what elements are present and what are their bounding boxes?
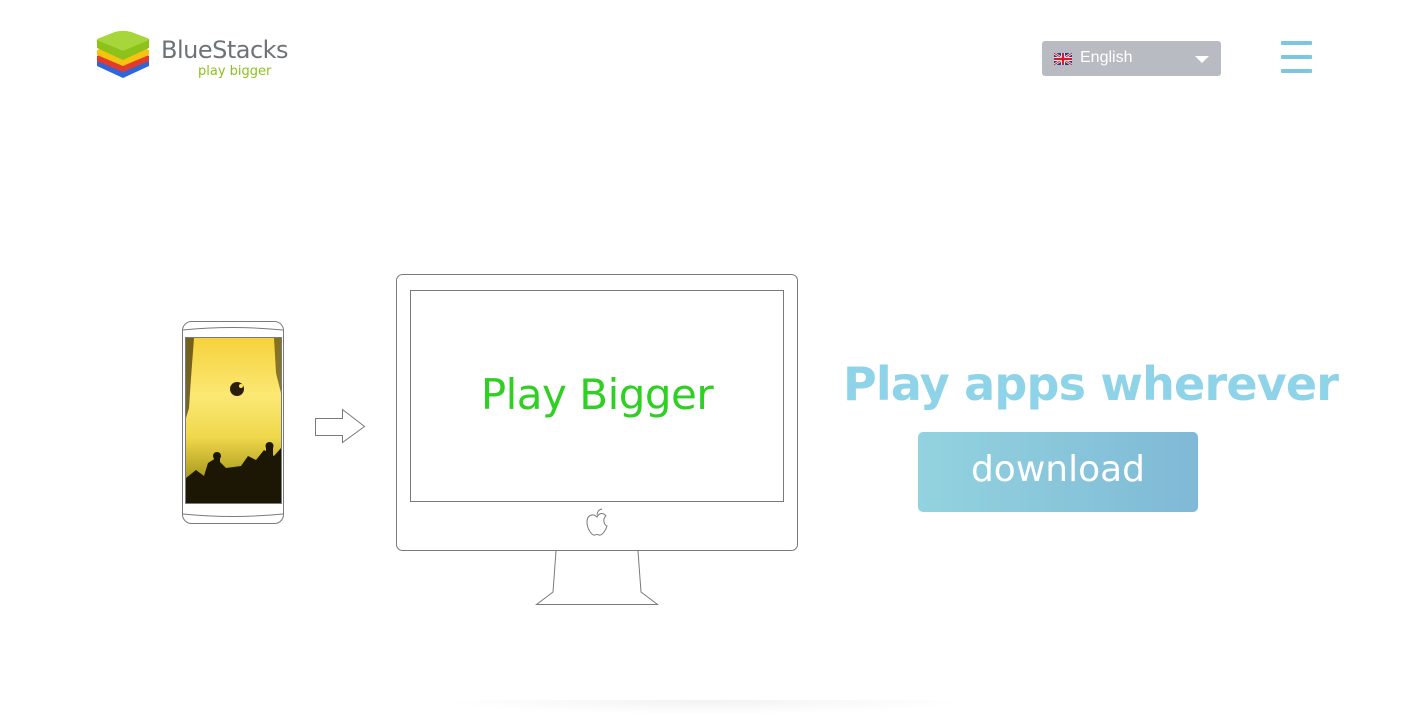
hero-headline: Play apps wherever <box>843 357 1339 411</box>
arrow-right-icon <box>315 408 366 444</box>
phone-screen-game <box>186 338 281 503</box>
section-divider-shadow <box>440 700 970 715</box>
game-scene-image <box>186 338 281 503</box>
page: BlueStacks play bigger English Play Bigg… <box>0 0 1413 715</box>
download-button[interactable]: download <box>918 432 1198 512</box>
monitor-illustration <box>396 274 798 605</box>
monitor-screen-text: Play Bigger <box>480 370 714 419</box>
apple-logo-icon <box>586 508 608 536</box>
